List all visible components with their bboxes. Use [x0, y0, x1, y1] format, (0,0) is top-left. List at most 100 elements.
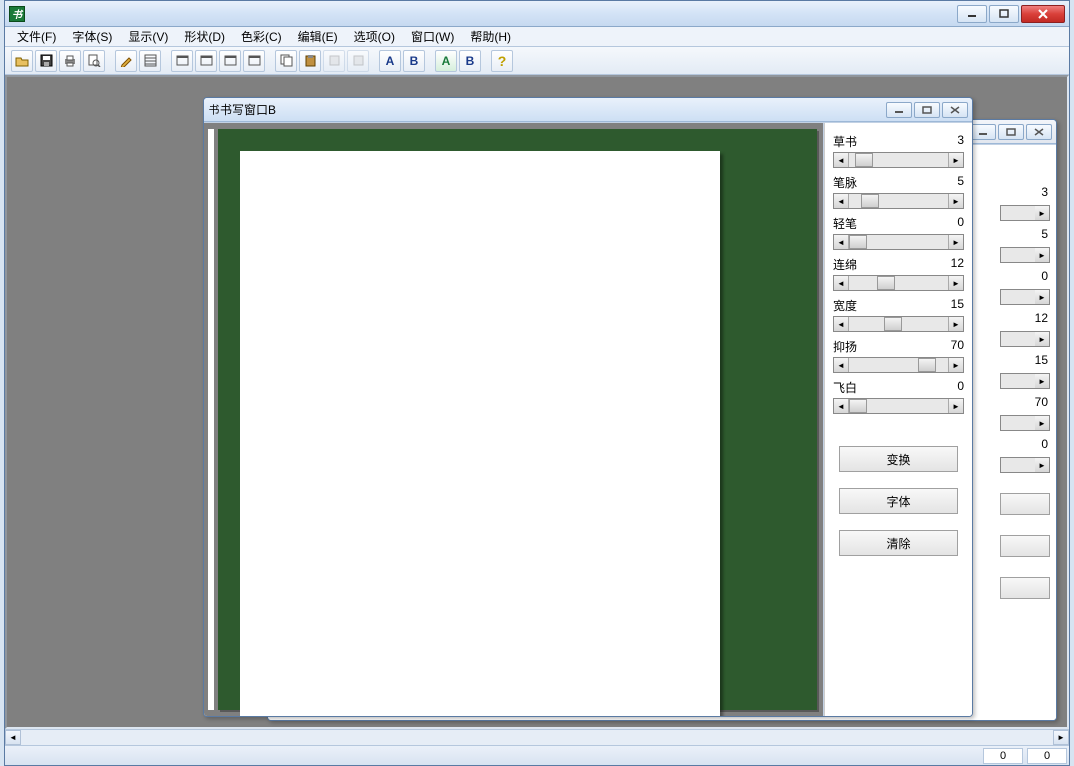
- slider-thumb[interactable]: [849, 399, 867, 413]
- child-back-minimize[interactable]: [970, 124, 996, 140]
- ab-mode-b[interactable]: B: [459, 50, 481, 72]
- canvas-page[interactable]: [240, 151, 720, 716]
- slider-left-icon[interactable]: ◄: [834, 358, 849, 372]
- font-button[interactable]: 字体: [839, 488, 958, 514]
- help-icon[interactable]: ?: [491, 50, 513, 72]
- window1-icon[interactable]: [171, 50, 193, 72]
- back-font-button[interactable]: [1000, 535, 1050, 557]
- slider-thumb[interactable]: [918, 358, 936, 372]
- slider-right-icon[interactable]: ►: [1035, 248, 1049, 262]
- ab-window-a[interactable]: A: [379, 50, 401, 72]
- grid-icon[interactable]: [139, 50, 161, 72]
- scroll-right-icon[interactable]: ►: [1053, 730, 1069, 745]
- menu-file[interactable]: 文件(F): [9, 26, 64, 47]
- paste-icon[interactable]: [299, 50, 321, 72]
- cut-icon[interactable]: [323, 50, 345, 72]
- slider-control[interactable]: ◄►: [833, 398, 964, 414]
- slider-left-icon[interactable]: ◄: [834, 153, 849, 167]
- menu-edit[interactable]: 编辑(E): [290, 26, 346, 47]
- slider-thumb[interactable]: [877, 276, 895, 290]
- canvas-area[interactable]: [204, 123, 824, 716]
- menu-font[interactable]: 字体(S): [64, 26, 120, 47]
- slider-right-icon[interactable]: ►: [1035, 290, 1049, 304]
- child-front-title-bar[interactable]: 书 书写窗口B: [204, 98, 972, 122]
- slider-thumb[interactable]: [884, 317, 902, 331]
- transform-button[interactable]: 变换: [839, 446, 958, 472]
- pencil-icon[interactable]: [115, 50, 137, 72]
- slider-track[interactable]: [849, 235, 948, 249]
- menu-option[interactable]: 选项(O): [346, 26, 403, 47]
- child-back-close[interactable]: [1026, 124, 1052, 140]
- back-transform-button[interactable]: [1000, 493, 1050, 515]
- ab-window-b[interactable]: B: [403, 50, 425, 72]
- delete-icon[interactable]: [347, 50, 369, 72]
- maximize-button[interactable]: [989, 5, 1019, 23]
- horizontal-scrollbar[interactable]: ◄ ►: [5, 729, 1069, 745]
- window3-icon[interactable]: [219, 50, 241, 72]
- minimize-button[interactable]: [957, 5, 987, 23]
- scroll-track[interactable]: [21, 730, 1053, 745]
- scroll-left-icon[interactable]: ◄: [5, 730, 21, 745]
- menu-shape[interactable]: 形状(D): [176, 26, 233, 47]
- slider-control[interactable]: ◄►: [833, 275, 964, 291]
- slider-control[interactable]: ◄►: [833, 152, 964, 168]
- slider-track[interactable]: [849, 194, 948, 208]
- menu-window[interactable]: 窗口(W): [403, 26, 462, 47]
- child-back-maximize[interactable]: [998, 124, 1024, 140]
- back-slider-5[interactable]: ►: [1000, 415, 1050, 431]
- slider-track[interactable]: [849, 317, 948, 331]
- open-icon[interactable]: [11, 50, 33, 72]
- save-icon[interactable]: [35, 50, 57, 72]
- slider-thumb[interactable]: [855, 153, 873, 167]
- slider-right-icon[interactable]: ►: [948, 194, 963, 208]
- slider-track[interactable]: [849, 276, 948, 290]
- slider-right-icon[interactable]: ►: [1035, 374, 1049, 388]
- back-slider-2[interactable]: ►: [1000, 289, 1050, 305]
- back-slider-6[interactable]: ►: [1000, 457, 1050, 473]
- slider-right-icon[interactable]: ►: [948, 317, 963, 331]
- ab-mode-a[interactable]: A: [435, 50, 457, 72]
- slider-control[interactable]: ◄►: [833, 316, 964, 332]
- preview-icon[interactable]: [83, 50, 105, 72]
- menu-help[interactable]: 帮助(H): [462, 26, 519, 47]
- slider-thumb[interactable]: [849, 235, 867, 249]
- slider-track[interactable]: [849, 399, 948, 413]
- slider-right-icon[interactable]: ►: [948, 235, 963, 249]
- slider-right-icon[interactable]: ►: [1035, 206, 1049, 220]
- child-window-front[interactable]: 书 书写窗口B 草书3◄►笔脉5◄►轻笔0◄►连绵12◄►宽度15◄►抑扬70◄…: [203, 97, 973, 717]
- slider-right-icon[interactable]: ►: [948, 276, 963, 290]
- slider-thumb[interactable]: [861, 194, 879, 208]
- child-front-maximize[interactable]: [914, 102, 940, 118]
- menu-view[interactable]: 显示(V): [120, 26, 176, 47]
- slider-right-icon[interactable]: ►: [948, 358, 963, 372]
- close-button[interactable]: [1021, 5, 1065, 23]
- clear-button[interactable]: 清除: [839, 530, 958, 556]
- back-slider-0[interactable]: ►: [1000, 205, 1050, 221]
- slider-right-icon[interactable]: ►: [948, 153, 963, 167]
- window4-icon[interactable]: [243, 50, 265, 72]
- slider-track[interactable]: [849, 358, 948, 372]
- slider-track[interactable]: [849, 153, 948, 167]
- window2-icon[interactable]: [195, 50, 217, 72]
- menu-color[interactable]: 色彩(C): [233, 26, 290, 47]
- back-slider-1[interactable]: ►: [1000, 247, 1050, 263]
- slider-right-icon[interactable]: ►: [948, 399, 963, 413]
- slider-left-icon[interactable]: ◄: [834, 276, 849, 290]
- child-front-minimize[interactable]: [886, 102, 912, 118]
- copy-icon[interactable]: [275, 50, 297, 72]
- back-clear-button[interactable]: [1000, 577, 1050, 599]
- child-front-close[interactable]: [942, 102, 968, 118]
- slider-right-icon[interactable]: ►: [1035, 332, 1049, 346]
- print-icon[interactable]: [59, 50, 81, 72]
- back-slider-4[interactable]: ►: [1000, 373, 1050, 389]
- slider-left-icon[interactable]: ◄: [834, 317, 849, 331]
- slider-control[interactable]: ◄►: [833, 357, 964, 373]
- slider-left-icon[interactable]: ◄: [834, 399, 849, 413]
- slider-control[interactable]: ◄►: [833, 234, 964, 250]
- slider-left-icon[interactable]: ◄: [834, 194, 849, 208]
- back-slider-3[interactable]: ►: [1000, 331, 1050, 347]
- slider-left-icon[interactable]: ◄: [834, 235, 849, 249]
- slider-control[interactable]: ◄►: [833, 193, 964, 209]
- slider-right-icon[interactable]: ►: [1035, 458, 1049, 472]
- slider-right-icon[interactable]: ►: [1035, 416, 1049, 430]
